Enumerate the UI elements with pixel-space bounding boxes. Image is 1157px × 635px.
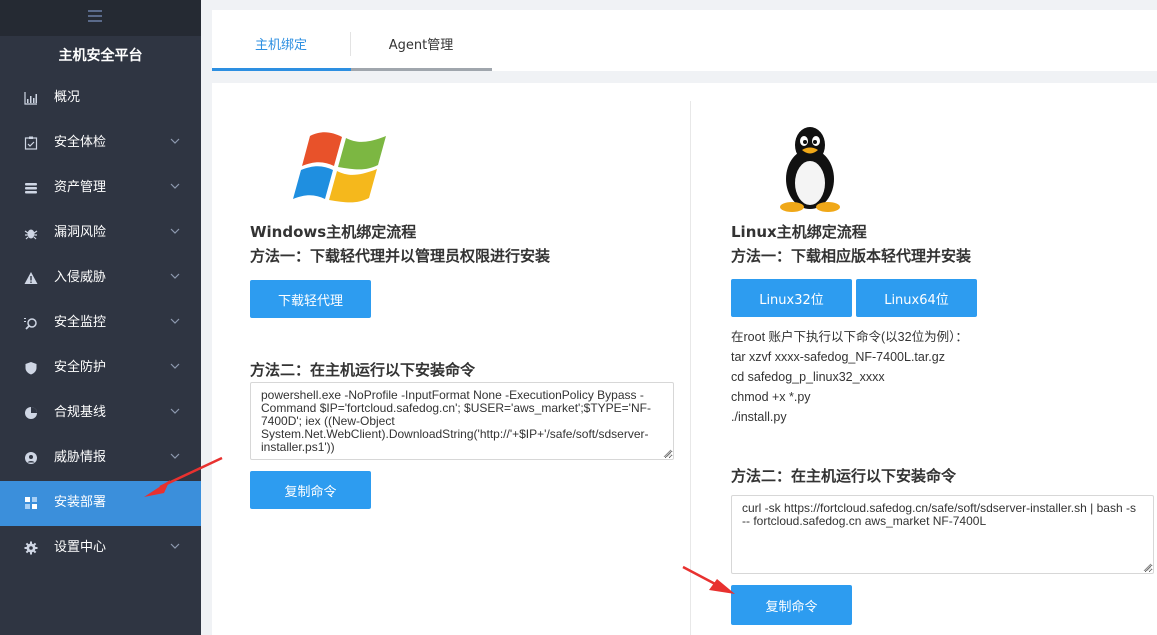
windows-command-textarea[interactable]: powershell.exe -NoProfile -InputFormat N… [250,382,674,460]
download-agent-button[interactable]: 下载轻代理 [250,280,371,318]
linux-tux-icon [780,127,840,212]
bug-icon [24,226,38,240]
sidebar-item-label: 概况 [54,90,81,105]
linux-command-textarea[interactable]: curl -sk https://fortcloud.safedog.cn/sa… [731,495,1154,574]
sidebar-item-label: 威胁情报 [54,450,107,465]
linux-method1: 方法一：下载相应版本轻代理并安装 [731,247,972,265]
linux-instruction-line: tar xzvf xxxx-safedog_NF-7400L.tar.gz [731,350,945,364]
chevron-down-icon [170,363,180,369]
linux-instruction-line: chmod +x *.py [731,390,811,404]
sidebar-item-compliance[interactable]: 合规基线 [0,391,201,436]
intel-icon [24,451,38,465]
sidebar-item-settings[interactable]: 设置中心 [0,526,201,571]
resize-grip-icon[interactable] [663,449,671,457]
sidebar-item-label: 合规基线 [54,405,107,420]
sidebar-item-security-check[interactable]: 安全体检 [0,121,201,166]
sidebar: 主机安全平台 概况 安全体检 资产管理 漏洞风险 入侵威胁 安全监控 安全防护 … [0,0,201,635]
resize-grip-icon[interactable] [1143,563,1151,571]
warning-icon [24,271,38,285]
sidebar-item-label: 安全监控 [54,315,107,330]
content-panel: Windows主机绑定流程 方法一：下载轻代理并以管理员权限进行安装 下载轻代理… [212,83,1157,635]
sidebar-item-vulnerabilities[interactable]: 漏洞风险 [0,211,201,256]
chevron-down-icon [170,228,180,234]
sidebar-item-label: 漏洞风险 [54,225,107,240]
linux-command-text: curl -sk https://fortcloud.safedog.cn/sa… [742,501,1136,528]
tab-active-underline [212,68,351,71]
linux64-button[interactable]: Linux64位 [856,279,977,317]
sidebar-item-label: 安全体检 [54,135,107,150]
hamburger-icon[interactable] [88,10,102,22]
column-divider [690,101,691,635]
tab-host-binding[interactable]: 主机绑定 [212,10,350,68]
linux-method2: 方法二：在主机运行以下安装命令 [731,467,957,485]
sidebar-item-assets[interactable]: 资产管理 [0,166,201,211]
linux-title: Linux主机绑定流程 [731,223,867,241]
linux-copy-command-button[interactable]: 复制命令 [731,585,852,625]
sidebar-item-intrusion[interactable]: 入侵威胁 [0,256,201,301]
windows-title: Windows主机绑定流程 [250,223,417,241]
linux-instruction-line: 在root 账户下执行以下命令(以32位为例）： [731,330,968,344]
stack-icon [24,181,38,195]
shield-icon [24,361,38,375]
tab-bar: 主机绑定 Agent管理 [212,10,1157,71]
chevron-down-icon [170,543,180,549]
windows-logo-icon [293,132,386,203]
chevron-down-icon [170,138,180,144]
chevron-down-icon [170,408,180,414]
sidebar-item-label: 入侵威胁 [54,270,107,285]
bar-chart-icon [24,91,38,105]
monitor-search-icon [24,316,38,330]
sidebar-toggle[interactable] [0,0,201,36]
sidebar-item-label: 设置中心 [54,540,107,555]
sidebar-item-monitoring[interactable]: 安全监控 [0,301,201,346]
sidebar-item-label: 资产管理 [54,180,107,195]
brand-title: 主机安全平台 [58,48,143,64]
sidebar-item-label: 安全防护 [54,360,107,375]
clipboard-check-icon [24,136,38,150]
tab-agent-management[interactable]: Agent管理 [351,10,491,68]
windows-method2: 方法二：在主机运行以下安装命令 [250,361,476,379]
sidebar-item-overview[interactable]: 概况 [0,76,201,121]
linux-instruction-line: cd safedog_p_linux32_xxxx [731,370,885,384]
annotation-arrow-icon [682,565,735,594]
gear-icon [24,541,38,555]
linux-instructions: 在root 账户下执行以下命令(以32位为例）： tar xzvf xxxx-s… [731,327,968,427]
sidebar-item-protection[interactable]: 安全防护 [0,346,201,391]
sidebar-item-label: 安装部署 [54,495,107,510]
windows-copy-command-button[interactable]: 复制命令 [250,471,371,509]
chevron-down-icon [170,273,180,279]
grid-icon [24,496,38,510]
chevron-down-icon [170,318,180,324]
pie-icon [24,406,38,420]
tab-underline [351,68,492,71]
windows-command-text: powershell.exe -NoProfile -InputFormat N… [261,388,651,454]
linux32-button[interactable]: Linux32位 [731,279,852,317]
annotation-arrow-icon [144,456,223,497]
windows-method1: 方法一：下载轻代理并以管理员权限进行安装 [250,247,551,265]
linux-instruction-line: ./install.py [731,410,787,424]
chevron-down-icon [170,183,180,189]
